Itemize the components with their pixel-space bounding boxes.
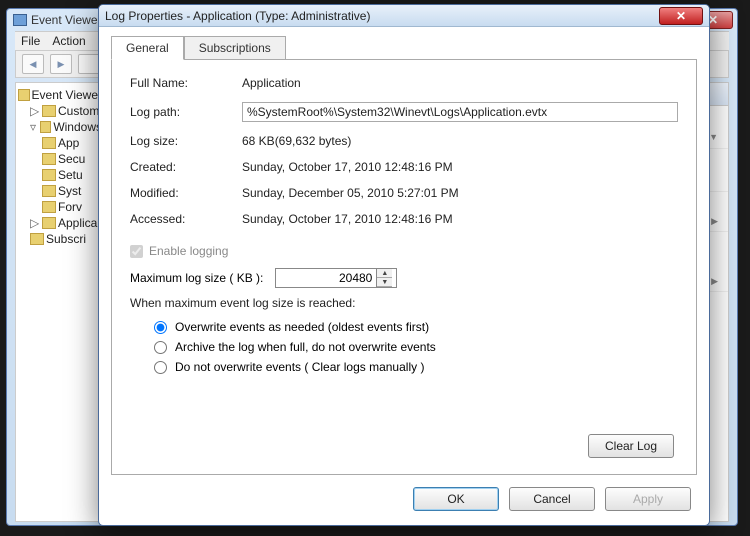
value-full-name: Application (242, 76, 678, 90)
value-created: Sunday, October 17, 2010 12:48:16 PM (242, 160, 678, 174)
bg-window-title: Event Viewer (31, 13, 101, 27)
tree-setup[interactable]: Setu (18, 167, 102, 183)
caret-icon: ▷ (30, 104, 40, 118)
ok-button[interactable]: OK (413, 487, 499, 511)
folder-icon (30, 233, 44, 245)
label-max-log-size: Maximum log size ( KB ): (130, 271, 263, 285)
cancel-button[interactable]: Cancel (509, 487, 595, 511)
folder-icon (42, 105, 56, 117)
label-log-path: Log path: (130, 105, 242, 119)
radio-archive[interactable] (154, 341, 167, 354)
back-button[interactable] (22, 54, 44, 74)
menu-file[interactable]: File (21, 34, 40, 48)
value-accessed: Sunday, October 17, 2010 12:48:16 PM (242, 212, 678, 226)
dlg-titlebar: Log Properties - Application (Type: Admi… (99, 5, 709, 27)
label-enable-logging: Enable logging (149, 244, 228, 258)
label-radio-no-overwrite: Do not overwrite events ( Clear logs man… (175, 360, 424, 374)
tree-security[interactable]: Secu (18, 151, 102, 167)
tree-app[interactable]: App (18, 135, 102, 151)
chevron-right-icon: ▶ (711, 216, 718, 227)
label-created: Created: (130, 160, 242, 174)
tab-subscriptions[interactable]: Subscriptions (184, 36, 286, 60)
chevron-down-icon: ▼ (709, 132, 718, 142)
log-icon (42, 185, 56, 197)
log-icon (42, 169, 56, 181)
folder-icon (40, 121, 51, 133)
log-icon (42, 153, 56, 165)
dlg-footer: OK Cancel Apply (99, 487, 709, 525)
spinner-max-log-size[interactable]: ▲ ▼ (275, 268, 397, 288)
chevron-right-icon: ▶ (711, 276, 718, 287)
label-radio-overwrite: Overwrite events as needed (oldest event… (175, 320, 429, 334)
checkbox-enable-logging[interactable] (130, 245, 143, 258)
folder-icon (18, 89, 30, 101)
tree-system[interactable]: Syst (18, 183, 102, 199)
radio-no-overwrite[interactable] (154, 361, 167, 374)
close-button[interactable]: ✕ (659, 7, 703, 25)
input-log-path[interactable] (242, 102, 678, 122)
forward-button[interactable] (50, 54, 72, 74)
tree-forwarded[interactable]: Forv (18, 199, 102, 215)
app-icon (13, 14, 27, 26)
tree-applications[interactable]: ▷Applica (18, 215, 102, 231)
input-max-log-size[interactable] (276, 271, 376, 285)
clear-log-button[interactable]: Clear Log (588, 434, 674, 458)
caret-icon: ▿ (30, 120, 38, 134)
folder-icon (42, 217, 56, 229)
radio-overwrite[interactable] (154, 321, 167, 334)
tree-subscriptions[interactable]: Subscri (18, 231, 102, 247)
tree-windows[interactable]: ▿Windows (18, 119, 102, 135)
log-icon (42, 137, 56, 149)
log-icon (42, 201, 56, 213)
label-log-size: Log size: (130, 134, 242, 148)
spin-up-button[interactable]: ▲ (377, 269, 392, 278)
tree-custom[interactable]: ▷Custom (18, 103, 102, 119)
label-full-name: Full Name: (130, 76, 242, 90)
menu-action[interactable]: Action (52, 34, 85, 48)
label-modified: Modified: (130, 186, 242, 200)
tree-root[interactable]: Event Viewer (18, 87, 102, 103)
tree-pane[interactable]: Event Viewer ▷Custom ▿Windows App Secu S… (15, 82, 105, 522)
spin-down-button[interactable]: ▼ (377, 278, 392, 287)
tab-body: Full Name: Application Log path: Log siz… (111, 59, 697, 475)
label-radio-archive: Archive the log when full, do not overwr… (175, 340, 436, 354)
value-modified: Sunday, December 05, 2010 5:27:01 PM (242, 186, 678, 200)
apply-button[interactable]: Apply (605, 487, 691, 511)
tab-general[interactable]: General (111, 36, 184, 60)
label-accessed: Accessed: (130, 212, 242, 226)
value-log-size: 68 KB(69,632 bytes) (242, 134, 678, 148)
log-properties-dialog: Log Properties - Application (Type: Admi… (98, 4, 710, 526)
caret-icon: ▷ (30, 216, 40, 230)
dlg-title: Log Properties - Application (Type: Admi… (105, 9, 370, 23)
tab-strip: General Subscriptions (99, 27, 709, 59)
label-when-max: When maximum event log size is reached: (130, 296, 678, 310)
toolbar-button-1[interactable] (78, 54, 100, 74)
